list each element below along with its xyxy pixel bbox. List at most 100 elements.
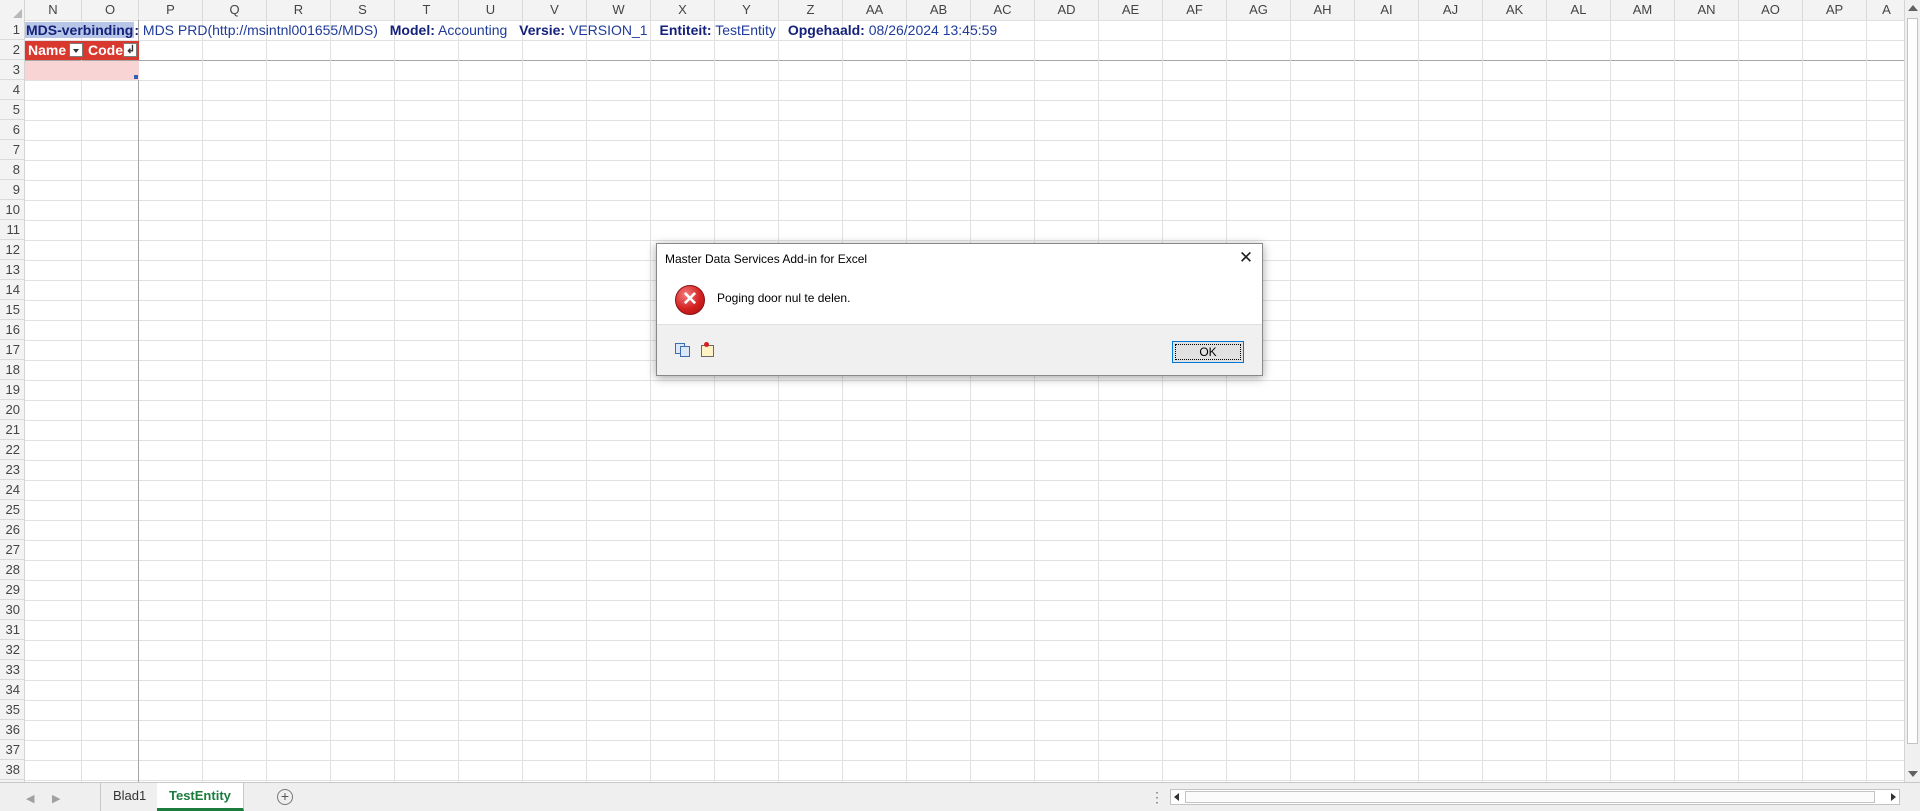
row-header-18[interactable]: 18 (0, 360, 24, 380)
column-header-n[interactable]: N (25, 0, 82, 20)
column-header-z[interactable]: Z (779, 0, 843, 20)
name-filter-dropdown-icon[interactable] (69, 43, 83, 57)
column-header-am[interactable]: AM (1611, 0, 1675, 20)
row-header-6[interactable]: 6 (0, 120, 24, 140)
row-header-25[interactable]: 25 (0, 500, 24, 520)
dialog-title-bar[interactable]: Master Data Services Add-in for Excel ✕ (657, 244, 1262, 274)
column-header-ah[interactable]: AH (1291, 0, 1355, 20)
row-header-31[interactable]: 31 (0, 620, 24, 640)
model-label: Model: (389, 22, 435, 38)
version-label: Versie: (519, 22, 566, 38)
column-header-aa[interactable]: AA (843, 0, 907, 20)
row-header-26[interactable]: 26 (0, 520, 24, 540)
row-header-7[interactable]: 7 (0, 140, 24, 160)
vertical-scrollbar[interactable] (1904, 0, 1920, 782)
row-header-2[interactable]: 2 (0, 40, 24, 60)
horizontal-scroll-thumb[interactable] (1185, 791, 1875, 803)
row-header-28[interactable]: 28 (0, 560, 24, 580)
row-header-bar: 1 2 3 4 5 6 7 8 9 10 11 12 13 14 15 16 17 18 19 20 21 22 23 24 2… (0, 20, 25, 782)
row-header-12[interactable]: 12 (0, 240, 24, 260)
scroll-up-arrow-icon[interactable] (1908, 5, 1918, 11)
report-error-icon[interactable] (700, 342, 714, 357)
row-header-36[interactable]: 36 (0, 720, 24, 740)
column-header-ab[interactable]: AB (907, 0, 971, 20)
column-header-aj[interactable]: AJ (1419, 0, 1483, 20)
column-header-p[interactable]: P (139, 0, 203, 20)
vertical-scroll-thumb[interactable] (1907, 18, 1918, 744)
column-header-v[interactable]: V (523, 0, 587, 20)
column-header-x[interactable]: X (651, 0, 715, 20)
row-header-13[interactable]: 13 (0, 260, 24, 280)
row-header-1[interactable]: 1 (0, 20, 24, 40)
column-header-t[interactable]: T (395, 0, 459, 20)
row-header-8[interactable]: 8 (0, 160, 24, 180)
select-all-corner[interactable] (0, 0, 25, 20)
row-header-35[interactable]: 35 (0, 700, 24, 720)
row-header-32[interactable]: 32 (0, 640, 24, 660)
column-header-y[interactable]: Y (715, 0, 779, 20)
row-header-33[interactable]: 33 (0, 660, 24, 680)
tab-testentity[interactable]: TestEntity (157, 783, 244, 811)
row-header-17[interactable]: 17 (0, 340, 24, 360)
row-header-20[interactable]: 20 (0, 400, 24, 420)
column-header-q[interactable]: Q (203, 0, 267, 20)
worksheet-grid[interactable] (25, 20, 1904, 782)
scroll-left-arrow-icon[interactable] (1174, 793, 1179, 801)
tab-splitter-icon[interactable]: ⋮ (1150, 789, 1164, 806)
row-header-15[interactable]: 15 (0, 300, 24, 320)
row-header-30[interactable]: 30 (0, 600, 24, 620)
fetched-label: Opgehaald: (787, 22, 865, 38)
row-header-3[interactable]: 3 (0, 60, 24, 80)
column-header-af[interactable]: AF (1163, 0, 1227, 20)
add-sheet-icon[interactable]: + (277, 789, 293, 805)
row-header-10[interactable]: 10 (0, 200, 24, 220)
tab-scroll-right-icon[interactable]: ▶ (52, 792, 60, 805)
row-header-29[interactable]: 29 (0, 580, 24, 600)
name-column-header[interactable]: Name (25, 41, 85, 60)
row-header-34[interactable]: 34 (0, 680, 24, 700)
column-header-al[interactable]: AL (1547, 0, 1611, 20)
row-header-5[interactable]: 5 (0, 100, 24, 120)
row-header-21[interactable]: 21 (0, 420, 24, 440)
row-header-22[interactable]: 22 (0, 440, 24, 460)
ok-button[interactable]: OK (1172, 341, 1244, 363)
column-header-ap[interactable]: AP (1803, 0, 1867, 20)
column-header-r[interactable]: R (267, 0, 331, 20)
row-header-38[interactable]: 38 (0, 760, 24, 780)
column-header-a[interactable]: A (1867, 0, 1907, 20)
mds-connection-info[interactable]: MDS-verbinding: MDS PRD(http://msintnl00… (25, 21, 997, 40)
table-row[interactable] (25, 61, 139, 80)
copy-icon[interactable] (675, 342, 690, 357)
tab-blad1[interactable]: Blad1 (100, 783, 160, 811)
row-header-4[interactable]: 4 (0, 80, 24, 100)
row-header-9[interactable]: 9 (0, 180, 24, 200)
row-header-27[interactable]: 27 (0, 540, 24, 560)
column-header-ad[interactable]: AD (1035, 0, 1099, 20)
scroll-right-arrow-icon[interactable] (1891, 793, 1896, 801)
code-column-header[interactable]: Code (85, 41, 139, 60)
row-header-14[interactable]: 14 (0, 280, 24, 300)
tab-scroll-left-icon[interactable]: ◀ (26, 792, 34, 805)
column-header-w[interactable]: W (587, 0, 651, 20)
close-icon[interactable]: ✕ (1238, 249, 1254, 266)
column-header-ak[interactable]: AK (1483, 0, 1547, 20)
horizontal-scrollbar[interactable] (1170, 789, 1900, 805)
column-header-ag[interactable]: AG (1227, 0, 1291, 20)
row-header-19[interactable]: 19 (0, 380, 24, 400)
column-header-s[interactable]: S (331, 0, 395, 20)
scroll-down-arrow-icon[interactable] (1908, 771, 1918, 777)
column-header-ai[interactable]: AI (1355, 0, 1419, 20)
column-header-ao[interactable]: AO (1739, 0, 1803, 20)
column-header-ae[interactable]: AE (1099, 0, 1163, 20)
column-header-u[interactable]: U (459, 0, 523, 20)
column-header-an[interactable]: AN (1675, 0, 1739, 20)
row-header-23[interactable]: 23 (0, 460, 24, 480)
row-header-37[interactable]: 37 (0, 740, 24, 760)
row-header-24[interactable]: 24 (0, 480, 24, 500)
table-resize-handle[interactable] (134, 75, 138, 79)
row-header-16[interactable]: 16 (0, 320, 24, 340)
code-filter-dropdown-icon[interactable] (123, 41, 137, 60)
column-header-o[interactable]: O (82, 0, 139, 20)
row-header-11[interactable]: 11 (0, 220, 24, 240)
column-header-ac[interactable]: AC (971, 0, 1035, 20)
